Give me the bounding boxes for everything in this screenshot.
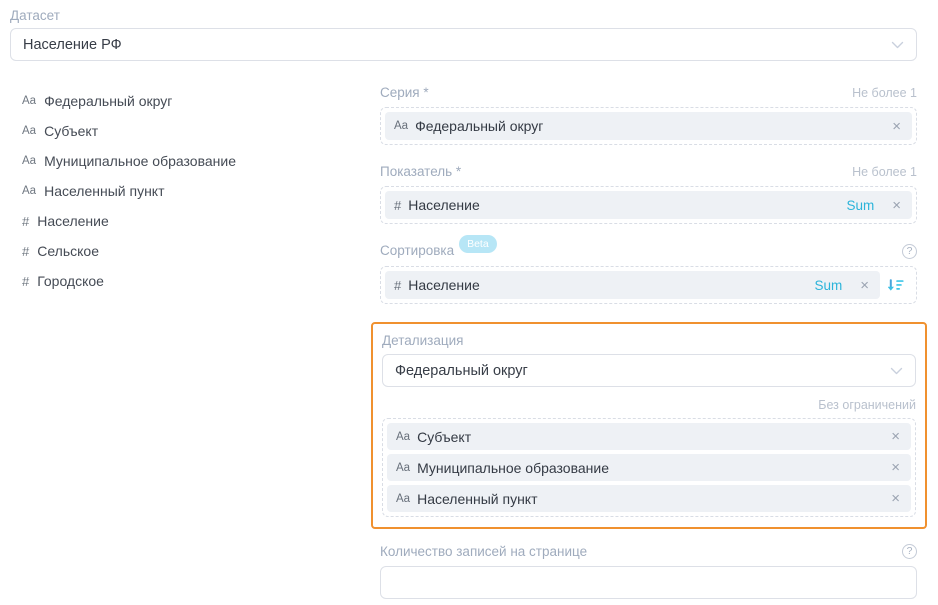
chip-field-name: Федеральный округ <box>415 118 543 134</box>
detail-select[interactable]: Федеральный округ <box>382 354 916 387</box>
chip-field-name: Население <box>408 197 480 213</box>
field-name: Сельское <box>37 243 99 259</box>
field-item[interactable]: Aa Муниципальное образование <box>22 146 380 176</box>
config-column: Серия * Не более 1 Aa Федеральный округ … <box>380 84 917 605</box>
detail-chip[interactable]: Aa Муниципальное образование × <box>387 454 911 481</box>
series-section: Серия * Не более 1 Aa Федеральный округ … <box>380 84 917 145</box>
detail-dropzone[interactable]: Aa Субъект × Aa Муниципальное образовани… <box>382 418 916 517</box>
remove-icon[interactable]: × <box>891 198 902 213</box>
field-name: Федеральный округ <box>44 93 172 109</box>
detail-chip[interactable]: Aa Субъект × <box>387 423 911 450</box>
string-type-icon: Aa <box>394 120 408 132</box>
sorting-chip[interactable]: # Население Sum × <box>385 271 880 299</box>
string-type-icon: Aa <box>22 95 36 107</box>
number-type-icon: # <box>22 274 29 289</box>
measure-chip[interactable]: # Население Sum × <box>385 191 912 219</box>
chevron-down-icon <box>890 363 903 379</box>
remove-icon[interactable]: × <box>890 429 901 444</box>
sort-descending-icon[interactable] <box>880 277 912 293</box>
field-name: Население <box>37 213 109 229</box>
measure-section: Показатель * Не более 1 # Население Sum … <box>380 163 917 224</box>
remove-icon[interactable]: × <box>890 491 901 506</box>
dataset-select-value: Население РФ <box>23 37 891 53</box>
field-item[interactable]: Aa Федеральный округ <box>22 86 380 116</box>
number-type-icon: # <box>394 198 401 213</box>
field-item[interactable]: # Население <box>22 206 380 236</box>
string-type-icon: Aa <box>22 185 36 197</box>
measure-limit-hint: Не более 1 <box>852 165 917 179</box>
field-name: Городское <box>37 273 104 289</box>
detail-label: Детализация <box>382 333 463 348</box>
dataset-field-list: Aa Федеральный округ Aa Субъект Aa Муниц… <box>10 84 380 605</box>
chip-field-name: Население <box>408 277 480 293</box>
field-item[interactable]: # Сельское <box>22 236 380 266</box>
dataset-select[interactable]: Население РФ <box>10 28 917 61</box>
measure-dropzone[interactable]: # Население Sum × <box>380 186 917 224</box>
sorting-dropzone[interactable]: # Население Sum × <box>380 266 917 304</box>
remove-icon[interactable]: × <box>859 278 870 293</box>
page-size-section: Количество записей на странице ? <box>380 543 917 599</box>
beta-badge: Beta <box>459 235 497 253</box>
detail-section-highlighted: Детализация Федеральный округ Без ограни… <box>371 322 927 529</box>
aggregation-label[interactable]: Sum <box>814 278 842 293</box>
page-size-input[interactable] <box>380 566 917 599</box>
chip-field-name: Населенный пункт <box>417 491 537 507</box>
page-size-label: Количество записей на странице <box>380 544 587 559</box>
remove-icon[interactable]: × <box>890 460 901 475</box>
number-type-icon: # <box>22 244 29 259</box>
aggregation-label[interactable]: Sum <box>846 198 874 213</box>
string-type-icon: Aa <box>396 493 410 505</box>
chart-config-panel: Датасет Население РФ Aa Федеральный окру… <box>0 0 938 605</box>
detail-select-value: Федеральный округ <box>395 363 890 379</box>
number-type-icon: # <box>22 214 29 229</box>
string-type-icon: Aa <box>396 462 410 474</box>
field-name: Муниципальное образование <box>44 153 236 169</box>
string-type-icon: Aa <box>396 431 410 443</box>
number-type-icon: # <box>394 278 401 293</box>
field-item[interactable]: # Городское <box>22 266 380 296</box>
series-dropzone[interactable]: Aa Федеральный округ × <box>380 107 917 145</box>
chip-field-name: Муниципальное образование <box>417 460 609 476</box>
series-chip[interactable]: Aa Федеральный округ × <box>385 112 912 140</box>
chevron-down-icon <box>891 37 904 53</box>
chip-field-name: Субъект <box>417 429 471 445</box>
field-name: Субъект <box>44 123 98 139</box>
detail-limit-hint: Без ограничений <box>382 398 916 412</box>
detail-chip[interactable]: Aa Населенный пункт × <box>387 485 911 512</box>
sorting-section: СортировкаBeta ? # Население Sum × <box>380 242 917 304</box>
field-item[interactable]: Aa Населенный пункт <box>22 176 380 206</box>
field-name: Населенный пункт <box>44 183 164 199</box>
dataset-label: Датасет <box>10 8 917 23</box>
measure-label: Показатель * <box>380 164 461 179</box>
string-type-icon: Aa <box>22 155 36 167</box>
sorting-label: Сортировка <box>380 243 454 258</box>
remove-icon[interactable]: × <box>891 119 902 134</box>
series-limit-hint: Не более 1 <box>852 86 917 100</box>
help-icon[interactable]: ? <box>902 244 917 259</box>
field-item[interactable]: Aa Субъект <box>22 116 380 146</box>
help-icon[interactable]: ? <box>902 544 917 559</box>
series-label: Серия * <box>380 85 429 100</box>
string-type-icon: Aa <box>22 125 36 137</box>
